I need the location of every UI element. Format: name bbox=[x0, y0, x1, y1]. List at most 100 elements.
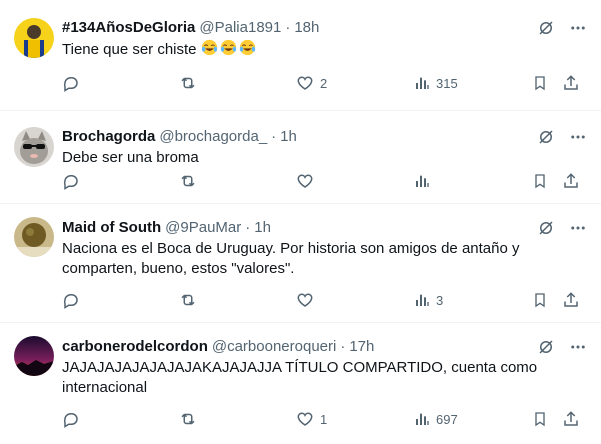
timestamp[interactable]: 1h bbox=[254, 219, 271, 236]
view-count: 3 bbox=[436, 292, 444, 308]
tweet-text: JAJAJAJAJAJAJAJAKAJAJAJJA TÍTULO COMPART… bbox=[62, 359, 538, 396]
avatar[interactable] bbox=[14, 336, 54, 376]
share-button[interactable] bbox=[562, 171, 580, 191]
like-icon bbox=[297, 293, 313, 307]
reply-button[interactable] bbox=[62, 409, 80, 429]
tweet-text: Tiene que ser chiste bbox=[62, 39, 591, 60]
like-button[interactable] bbox=[296, 171, 320, 191]
display-name[interactable]: Maid of South bbox=[62, 219, 161, 236]
retweet-icon bbox=[181, 294, 195, 306]
avatar[interactable] bbox=[14, 18, 54, 58]
separator-dot: · bbox=[271, 127, 277, 145]
bookmark-button[interactable] bbox=[532, 73, 548, 93]
tweet[interactable]: carbonerodelcordon @carbooneroqueri · 17… bbox=[0, 323, 601, 444]
display-name[interactable]: #134AñosDeGloria bbox=[62, 19, 195, 36]
reply-icon bbox=[63, 413, 78, 428]
like-button[interactable]: 1 bbox=[296, 409, 327, 429]
laughing-emoji-icon bbox=[239, 39, 255, 56]
bookmark-button[interactable] bbox=[532, 290, 548, 310]
avatar[interactable] bbox=[14, 127, 54, 167]
views-button[interactable]: 3 bbox=[414, 290, 443, 310]
share-button[interactable] bbox=[562, 73, 580, 93]
more-icon[interactable] bbox=[569, 128, 587, 146]
view-count: 315 bbox=[436, 75, 458, 91]
grok-icon[interactable] bbox=[537, 128, 555, 146]
tweet-header: #134AñosDeGloria @Palia1891 · 18h bbox=[62, 17, 591, 37]
retweet-button[interactable] bbox=[178, 171, 198, 191]
more-icon[interactable] bbox=[569, 219, 587, 237]
action-bar bbox=[62, 171, 581, 191]
bookmark-icon bbox=[535, 412, 545, 427]
handle[interactable]: @Palia1891 bbox=[199, 19, 281, 36]
more-icon[interactable] bbox=[569, 19, 587, 37]
tweet-header: carbonerodelcordon @carbooneroqueri · 17… bbox=[62, 336, 591, 356]
reply-button[interactable] bbox=[62, 73, 80, 93]
timestamp[interactable]: 1h bbox=[280, 128, 297, 145]
tweet[interactable]: #134AñosDeGloria @Palia1891 · 18h Tiene … bbox=[0, 0, 601, 111]
separator-dot: · bbox=[285, 18, 291, 36]
tweet-text-body: Tiene que ser chiste bbox=[62, 41, 197, 58]
action-bar: 1 697 bbox=[62, 409, 581, 429]
like-count: 1 bbox=[320, 411, 328, 427]
action-bar: 2 315 bbox=[62, 73, 581, 93]
views-icon bbox=[416, 175, 429, 187]
like-button[interactable] bbox=[296, 290, 320, 310]
views-button[interactable] bbox=[414, 171, 436, 191]
views-icon bbox=[416, 294, 429, 306]
tweet-header: Brochagorda @brochagorda_ · 1h bbox=[62, 126, 591, 146]
avatar[interactable] bbox=[14, 217, 54, 257]
views-icon bbox=[416, 77, 429, 89]
reply-icon bbox=[63, 294, 78, 309]
more-icon[interactable] bbox=[569, 338, 587, 356]
bookmark-button[interactable] bbox=[532, 409, 548, 429]
retweet-button[interactable] bbox=[178, 73, 198, 93]
grok-icon[interactable] bbox=[537, 219, 555, 237]
handle[interactable]: @9PauMar bbox=[165, 219, 241, 236]
timestamp[interactable]: 18h bbox=[294, 19, 319, 36]
bookmark-icon bbox=[535, 174, 545, 189]
bookmark-button[interactable] bbox=[532, 171, 548, 191]
tweet-text: Debe ser una broma bbox=[62, 149, 199, 166]
retweet-icon bbox=[181, 77, 195, 89]
reply-icon bbox=[63, 175, 78, 190]
handle[interactable]: @carbooneroqueri bbox=[212, 338, 336, 355]
action-bar: 3 bbox=[62, 290, 581, 310]
tweet[interactable]: Brochagorda @brochagorda_ · 1h Debe ser … bbox=[0, 111, 601, 204]
views-button[interactable]: 697 bbox=[414, 409, 458, 429]
handle[interactable]: @brochagorda_ bbox=[159, 128, 267, 145]
timestamp[interactable]: 17h bbox=[349, 338, 374, 355]
tweet-text: Naciona es el Boca de Uruguay. Por histo… bbox=[62, 240, 520, 277]
like-icon bbox=[297, 174, 313, 188]
emoji-group bbox=[201, 39, 258, 58]
reply-button[interactable] bbox=[62, 290, 80, 310]
laughing-emoji-icon bbox=[220, 39, 236, 56]
view-count: 697 bbox=[436, 411, 458, 427]
reply-icon bbox=[63, 77, 78, 92]
laughing-emoji-icon bbox=[201, 39, 217, 56]
like-button[interactable]: 2 bbox=[296, 73, 327, 93]
display-name[interactable]: Brochagorda bbox=[62, 128, 155, 145]
share-button[interactable] bbox=[562, 290, 580, 310]
retweet-icon bbox=[181, 413, 195, 425]
bookmark-icon bbox=[535, 293, 545, 308]
like-icon bbox=[297, 412, 313, 426]
tweet[interactable]: Maid of South @9PauMar · 1h Naciona es e… bbox=[0, 204, 601, 323]
retweet-icon bbox=[181, 175, 195, 187]
reply-feed: #134AñosDeGloria @Palia1891 · 18h Tiene … bbox=[0, 0, 601, 444]
like-count: 2 bbox=[320, 75, 328, 91]
views-icon bbox=[416, 413, 429, 425]
share-icon bbox=[564, 173, 578, 188]
share-button[interactable] bbox=[562, 409, 580, 429]
views-button[interactable]: 315 bbox=[414, 73, 458, 93]
share-icon bbox=[564, 75, 578, 90]
retweet-button[interactable] bbox=[178, 290, 198, 310]
grok-icon[interactable] bbox=[537, 19, 555, 37]
tweet-header: Maid of South @9PauMar · 1h bbox=[62, 217, 591, 237]
reply-button[interactable] bbox=[62, 171, 80, 191]
grok-icon[interactable] bbox=[537, 338, 555, 356]
bookmark-icon bbox=[535, 76, 545, 91]
like-icon bbox=[297, 76, 313, 90]
retweet-button[interactable] bbox=[178, 409, 198, 429]
display-name[interactable]: carbonerodelcordon bbox=[62, 338, 208, 355]
separator-dot: · bbox=[340, 337, 346, 355]
